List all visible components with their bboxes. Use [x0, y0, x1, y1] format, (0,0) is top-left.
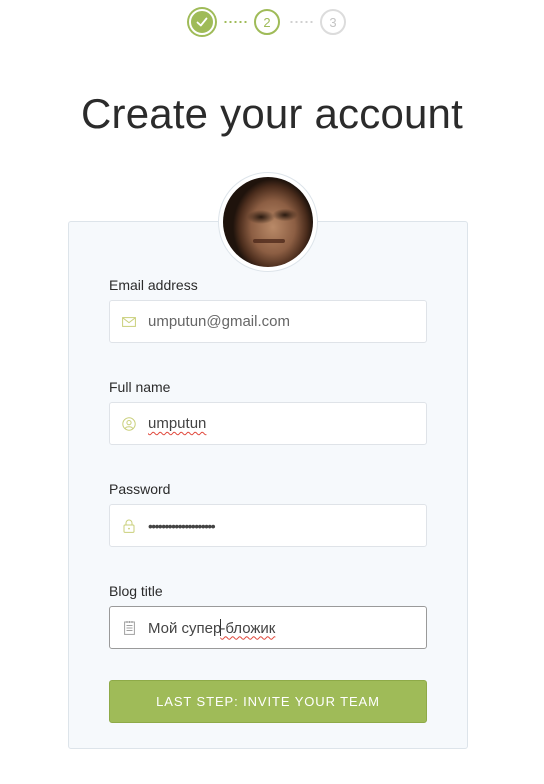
blog-title-value-start: Мой супер: [148, 619, 222, 637]
blog-title-field[interactable]: Мой супер-бложик: [109, 606, 427, 649]
password-value: ••••••••••••••••••••: [148, 517, 216, 534]
full-name-label: Full name: [109, 379, 171, 395]
step-3-upcoming: 3: [320, 9, 346, 35]
password-field[interactable]: ••••••••••••••••••••: [109, 504, 427, 547]
email-field[interactable]: umputun@gmail.com: [109, 300, 427, 343]
blog-title-label: Blog title: [109, 583, 163, 599]
step-connector-1: [223, 21, 249, 23]
notepad-icon: [110, 620, 148, 635]
blog-title-value-end: -бложик: [220, 619, 276, 637]
step-1-completed: [189, 9, 215, 35]
full-name-value: umputun: [148, 415, 207, 432]
step-connector-2: [289, 21, 315, 23]
full-name-field[interactable]: umputun: [109, 402, 427, 445]
email-label: Email address: [109, 277, 198, 293]
email-value: umputun@gmail.com: [148, 313, 290, 330]
page-title: Create your account: [80, 90, 463, 137]
avatar[interactable]: [218, 172, 318, 272]
lock-icon: [110, 519, 148, 533]
step-2-current: 2: [254, 9, 280, 35]
invite-team-button[interactable]: LAST STEP: INVITE YOUR TEAM: [109, 680, 427, 723]
envelope-icon: [110, 316, 148, 327]
blog-title-value: Мой супер-бложик: [148, 618, 276, 637]
user-icon: [110, 416, 148, 431]
checkmark-icon: [196, 17, 208, 27]
password-label: Password: [109, 481, 171, 497]
avatar-photo: [223, 177, 313, 267]
progress-steps: 2 3: [0, 6, 544, 40]
